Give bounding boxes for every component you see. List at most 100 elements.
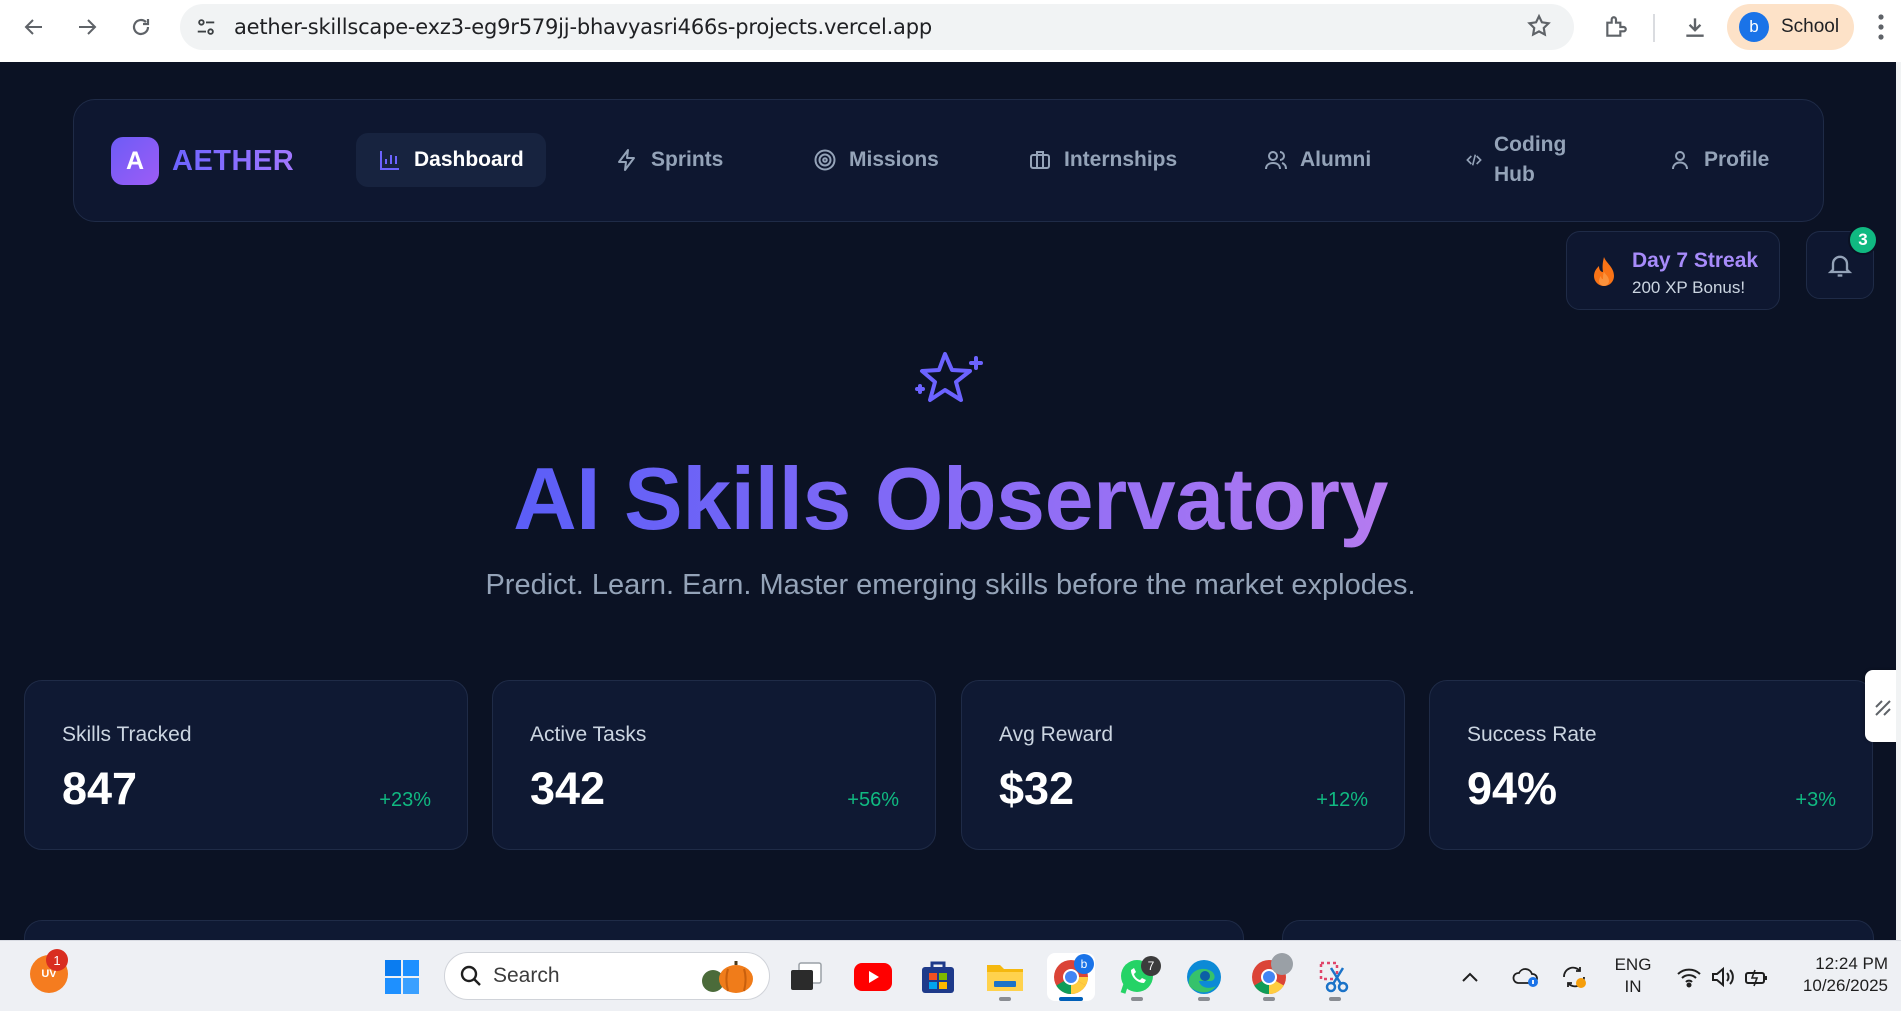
clock[interactable]: 12:24 PM 10/26/2025 xyxy=(1788,953,1888,997)
language-line1: ENG xyxy=(1614,955,1652,974)
stat-delta: +12% xyxy=(1316,789,1368,811)
search-icon xyxy=(460,965,481,986)
profile-button[interactable]: b School xyxy=(1727,4,1854,50)
running-indicator xyxy=(1131,997,1143,1001)
onedrive-icon[interactable] xyxy=(1508,953,1544,1001)
pumpkin-icon xyxy=(702,961,753,993)
bar-chart-icon xyxy=(380,151,399,170)
nav-sprints-label: Sprints xyxy=(651,148,724,171)
site-info-icon[interactable] xyxy=(190,11,222,43)
youtube-icon xyxy=(854,963,892,991)
nav-profile-label: Profile xyxy=(1704,148,1770,171)
forward-button[interactable] xyxy=(67,7,107,47)
whatsapp-app[interactable]: 7 xyxy=(1113,953,1161,1001)
target-icon xyxy=(814,149,836,171)
download-icon[interactable] xyxy=(1677,9,1713,45)
folder-icon xyxy=(987,965,1023,991)
task-view-button[interactable] xyxy=(782,953,830,1001)
briefcase-icon xyxy=(1030,151,1050,169)
language-indicator[interactable]: ENG IN xyxy=(1610,954,1656,998)
bookmark-star-icon[interactable] xyxy=(1526,13,1552,44)
nav-alumni-label: Alumni xyxy=(1300,148,1372,171)
reload-icon xyxy=(132,18,150,36)
profile-avatar: b xyxy=(1739,12,1769,42)
whatsapp-badge: 7 xyxy=(1141,956,1161,976)
nav-sprints[interactable]: Sprints xyxy=(615,133,723,187)
start-button[interactable] xyxy=(378,953,426,1001)
hero-title: AI Skills Observatory xyxy=(0,449,1901,549)
page-content: A AETHER Dashboard Sprints Missions Inte… xyxy=(0,62,1901,940)
lightning-icon xyxy=(618,149,635,171)
stat-value: 94% xyxy=(1467,763,1558,814)
stat-label: Skills Tracked xyxy=(62,723,192,746)
taskbar: UV 1 Search b 7 ENG IN 12:24 PM 10/26/20… xyxy=(0,940,1901,1011)
store-icon xyxy=(922,961,954,993)
edge-app[interactable] xyxy=(1180,953,1228,1001)
edge-icon xyxy=(1187,960,1221,994)
stat-value: $32 xyxy=(999,763,1075,814)
file-explorer-app[interactable] xyxy=(981,953,1029,1001)
clock-time: 12:24 PM xyxy=(1815,954,1888,973)
nav-internships[interactable]: Internships xyxy=(1028,133,1177,187)
nav-missions[interactable]: Missions xyxy=(813,133,939,187)
chrome-app-secondary[interactable] xyxy=(1245,953,1293,1001)
arrow-right-icon xyxy=(79,19,97,35)
address-bar[interactable]: aether-skillscape-exz3-eg9r579jj-bhavyas… xyxy=(180,4,1574,50)
brand[interactable]: A AETHER xyxy=(111,137,294,185)
chrome-app[interactable]: b xyxy=(1047,953,1095,1001)
stat-delta: +3% xyxy=(1795,789,1836,811)
url-text: aether-skillscape-exz3-eg9r579jj-bhavyas… xyxy=(234,15,932,39)
stat-card-skills-tracked: Skills Tracked 847 +23% xyxy=(24,680,468,850)
chrome-profile-avatar xyxy=(1271,953,1293,975)
stat-delta: +23% xyxy=(379,789,431,811)
stat-card-avg-reward: Avg Reward $32 +12% xyxy=(961,680,1405,850)
nav-coding-label: Coding xyxy=(1494,133,1567,156)
nav-profile[interactable]: Profile xyxy=(1668,133,1769,187)
streak-badge[interactable]: Day 7 Streak 200 XP Bonus! xyxy=(1566,231,1780,310)
nav-alumni[interactable]: Alumni xyxy=(1264,133,1371,187)
back-button[interactable] xyxy=(14,7,54,47)
flame-icon xyxy=(1594,257,1614,286)
stat-card-active-tasks: Active Tasks 342 +56% xyxy=(492,680,936,850)
stat-delta: +56% xyxy=(847,789,899,811)
stat-label: Avg Reward xyxy=(999,723,1114,746)
menu-kebab-icon[interactable] xyxy=(1876,12,1886,47)
chrome-profile-badge: b xyxy=(1074,954,1094,974)
stat-card-success-rate: Success Rate 94% +3% xyxy=(1429,680,1873,850)
scrollbar-track[interactable] xyxy=(1896,62,1901,940)
clock-date: 10/26/2025 xyxy=(1802,976,1888,995)
extensions-icon[interactable] xyxy=(1598,9,1634,45)
stat-label: Active Tasks xyxy=(530,723,647,746)
battery-icon[interactable] xyxy=(1740,953,1774,1001)
tray-chevron-up-icon[interactable] xyxy=(1454,953,1486,1001)
stat-value: 847 xyxy=(62,763,138,814)
nav-dashboard[interactable]: Dashboard xyxy=(356,133,546,187)
reload-button[interactable] xyxy=(121,7,161,47)
profile-name: School xyxy=(1781,16,1840,37)
youtube-app[interactable] xyxy=(849,953,897,1001)
toolbar-divider xyxy=(1653,14,1655,42)
brand-name: AETHER xyxy=(172,144,295,177)
nav-dashboard-label: Dashboard xyxy=(414,148,524,171)
content-panel-right xyxy=(1282,920,1874,940)
arrow-left-icon xyxy=(24,19,42,35)
stat-value: 342 xyxy=(530,763,606,814)
snipping-tool-app[interactable] xyxy=(1311,953,1359,1001)
sparkles-icon xyxy=(915,352,983,402)
bell-icon xyxy=(1827,255,1853,277)
nav-coding-hub[interactable]: Coding Hub xyxy=(1466,133,1566,187)
brand-logo: A xyxy=(111,137,159,185)
language-line2: IN xyxy=(1624,977,1642,996)
nav-missions-label: Missions xyxy=(849,148,939,171)
wifi-icon[interactable] xyxy=(1672,953,1706,1001)
store-app[interactable] xyxy=(914,953,962,1001)
streak-subtitle: 200 XP Bonus! xyxy=(1632,278,1746,297)
side-panel-icon xyxy=(1875,700,1891,716)
taskbar-search[interactable]: Search xyxy=(444,952,770,1000)
user-icon xyxy=(1672,151,1688,170)
sync-icon[interactable] xyxy=(1556,953,1592,1001)
volume-icon[interactable] xyxy=(1706,953,1740,1001)
notification-count-badge: 3 xyxy=(1848,225,1878,255)
code-icon xyxy=(1466,154,1482,166)
running-indicator xyxy=(1198,997,1210,1001)
